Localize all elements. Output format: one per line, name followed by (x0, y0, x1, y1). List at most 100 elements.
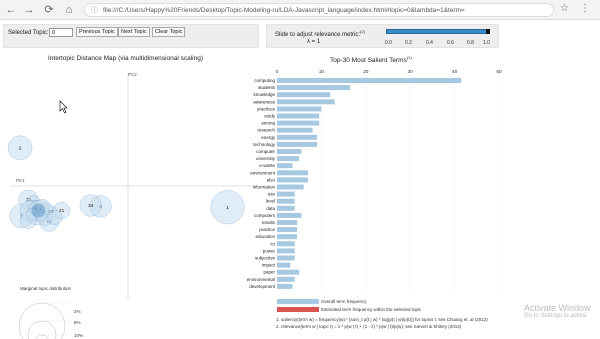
term-label[interactable]: data (266, 206, 275, 211)
relevance-panel: Slide to adjust relevance metric:(2) λ =… (266, 24, 499, 48)
term-bar[interactable] (277, 78, 462, 83)
x-tick-label: 50 (496, 69, 502, 75)
topic-label: 2 (19, 145, 22, 151)
x-tick-label: 40 (452, 69, 458, 75)
term-label[interactable]: students (258, 85, 276, 90)
refresh-icon[interactable]: ⟳ (42, 3, 56, 17)
slider-handle[interactable] (486, 29, 490, 34)
pc2-label: PC2 (128, 72, 137, 77)
x-tick-label: 20 (363, 69, 369, 75)
term-label[interactable]: e-waste (259, 163, 275, 168)
term-bar[interactable] (277, 191, 295, 197)
term-label[interactable]: study (264, 114, 276, 119)
term-bar[interactable] (277, 184, 304, 190)
term-bar[interactable] (277, 205, 295, 211)
browser-toolbar: ← → ⟳ ⌂ ⓘ file:///C:/Users/Happy%20Friend… (0, 0, 600, 20)
term-label[interactable]: use (268, 192, 276, 197)
term-bar[interactable] (277, 163, 293, 169)
marginal-title: Marginal topic distribution (20, 286, 72, 291)
term-bar[interactable] (277, 269, 300, 275)
term-bar[interactable] (277, 283, 293, 289)
term-label[interactable]: practices (257, 106, 276, 111)
slider-tick: 0.2 (405, 40, 412, 46)
salient-terms-chart: 0 10 20 30 40 50 computing students knowledge aw… (247, 69, 502, 312)
topic-cluster-core (31, 203, 46, 218)
term-label[interactable]: subjective (255, 256, 276, 261)
term-bar[interactable] (277, 134, 317, 140)
term-label[interactable]: environment (250, 170, 276, 175)
x-tick-label: 0 (276, 69, 279, 75)
topic-bubble[interactable]: 34 (79, 194, 102, 217)
star-icon[interactable]: ☆ (560, 3, 569, 14)
term-bar[interactable] (277, 276, 295, 282)
previous-topic-button[interactable]: Previous Topic (76, 27, 118, 37)
term-bar[interactable] (277, 127, 313, 133)
topic-input[interactable] (49, 28, 73, 37)
term-bar[interactable] (277, 248, 295, 254)
term-label[interactable]: also (267, 177, 276, 182)
term-bar[interactable] (277, 106, 322, 112)
back-icon[interactable]: ← (4, 3, 18, 17)
term-bar[interactable] (277, 170, 309, 176)
forward-icon[interactable]: → (22, 3, 36, 17)
term-label[interactable]: computer (256, 149, 275, 154)
term-label[interactable]: knowledge (253, 92, 275, 97)
term-label[interactable]: research (257, 128, 275, 133)
term-label[interactable]: among (261, 121, 275, 126)
term-label[interactable]: energy (261, 135, 276, 140)
term-label[interactable]: computers (254, 213, 276, 218)
term-bar[interactable] (277, 212, 302, 218)
term-label[interactable]: development (249, 284, 276, 289)
slider-tick: 0.4 (426, 40, 433, 46)
selected-topic-label: Selected Topic: (8, 30, 49, 36)
term-bar[interactable] (277, 113, 320, 119)
slider-tick: 1.0 (483, 40, 490, 46)
term-bar[interactable] (277, 85, 351, 91)
home-icon[interactable]: ⌂ (62, 3, 76, 17)
term-label[interactable]: environmental (247, 277, 275, 282)
term-label[interactable]: university (256, 156, 276, 161)
term-bar[interactable] (277, 149, 302, 154)
term-label[interactable]: results (262, 220, 276, 225)
term-label[interactable]: education (255, 234, 275, 239)
term-label[interactable]: ict (271, 241, 276, 246)
legend-estimated-label: Estimated term frequency within the sele… (321, 307, 422, 312)
next-topic-button[interactable]: Next Topic (118, 27, 150, 37)
term-bar[interactable] (277, 156, 300, 162)
relevance-slider[interactable] (386, 29, 490, 34)
topic-bubble[interactable]: 2 (7, 135, 33, 160)
legend-overall-label: Overall term frequency (321, 299, 367, 304)
legend-10pct: 10% (74, 333, 83, 338)
term-bar[interactable] (277, 120, 320, 126)
term-label[interactable]: information (253, 185, 276, 190)
saliency-footnote: 1. saliency(term w) = frequency(w) * [su… (276, 317, 488, 322)
term-label[interactable]: paper (263, 270, 275, 275)
term-label[interactable]: computing (254, 78, 275, 83)
address-bar[interactable]: ⓘ file:///C:/Users/Happy%20Friends/Deskto… (84, 3, 554, 17)
term-label[interactable]: technology (253, 142, 276, 147)
term-bar[interactable] (277, 141, 317, 147)
mouse-cursor-icon (59, 100, 68, 114)
relevance-footnote: 2. relevance(term w | topic t) = λ * p(w… (276, 324, 462, 329)
menu-icon[interactable]: ⋮ (580, 3, 590, 14)
topic-label: 34 (88, 203, 94, 209)
activate-windows-watermark: Activate Window Go to Settings to activa (524, 303, 591, 319)
term-bar[interactable] (277, 241, 295, 247)
clear-topic-button[interactable]: Clear Topic (152, 27, 186, 37)
term-bar[interactable] (277, 227, 297, 233)
term-label[interactable]: impact (262, 263, 276, 268)
term-bar[interactable] (277, 177, 309, 183)
x-tick-label: 30 (408, 69, 414, 75)
term-bar[interactable] (277, 99, 335, 105)
term-bar[interactable] (277, 255, 295, 261)
term-bar[interactable] (277, 262, 291, 268)
term-label[interactable]: awareness (253, 99, 276, 104)
marginal-legend: 2% 5% 10% (18, 302, 83, 339)
term-label[interactable]: power (263, 248, 276, 253)
term-bar[interactable] (277, 92, 331, 98)
term-label[interactable]: level (266, 199, 275, 204)
term-bar[interactable] (277, 234, 297, 240)
term-bar[interactable] (277, 220, 297, 225)
term-bar[interactable] (277, 198, 295, 204)
term-label[interactable]: practice (259, 227, 275, 232)
